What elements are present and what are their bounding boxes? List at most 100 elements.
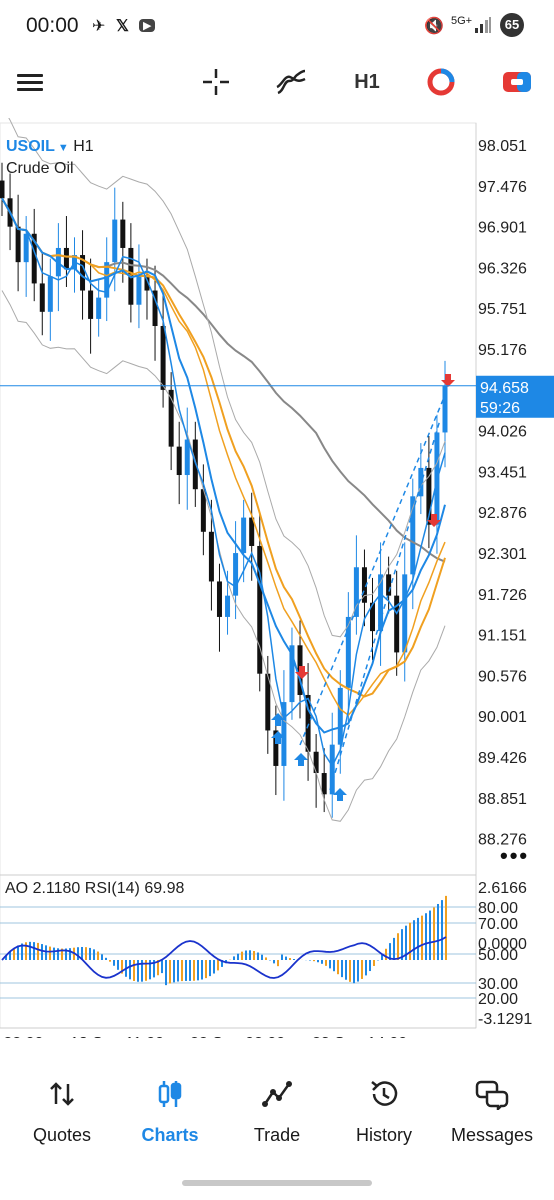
time-axis-label: 23 Sep 14:00 (312, 1035, 407, 1038)
sell-arrow-icon (441, 374, 455, 387)
candle-body (96, 297, 102, 319)
nav-charts[interactable]: Charts (115, 1078, 225, 1146)
indicator-tick-label: -3.1291 (478, 1011, 532, 1028)
blue-ma-fast-line (1, 197, 446, 768)
crosshair-icon[interactable] (200, 64, 232, 100)
price-tick-label: 94.026 (478, 424, 527, 441)
candle-body (313, 751, 319, 774)
candle-body (63, 247, 69, 270)
network-type: 5G+ (451, 15, 473, 27)
candle-body (0, 180, 5, 199)
bollinger-lower-line (1, 290, 446, 822)
bottom-nav: Quotes Charts Trade History Messages (0, 1068, 554, 1168)
blue-ma-slow-line (1, 197, 446, 734)
chart-type-icon[interactable] (424, 64, 458, 100)
indicator-tick-label: 20.00 (478, 991, 518, 1008)
trendline-dashed (329, 419, 441, 791)
candle-body (176, 446, 182, 476)
time-axis-label: 18 Sep 11:00 (70, 1035, 164, 1038)
battery-icon: 65 (500, 13, 524, 37)
candle-body (120, 219, 126, 248)
time-axis-label: 22 Sep 02:00 (190, 1035, 285, 1038)
candle-body (225, 595, 231, 617)
menu-icon[interactable] (14, 64, 46, 100)
indicator-tick-label: 80.00 (478, 900, 518, 917)
mute-icon: 🔇 (424, 18, 444, 35)
candle-body (15, 226, 21, 263)
signal-icon (475, 17, 491, 33)
symbol-label[interactable]: USOIL ▼ H1 (6, 138, 94, 156)
home-indicator (182, 1180, 372, 1186)
candle-body (112, 219, 118, 263)
price-tick-label: 96.901 (478, 220, 527, 237)
price-chart[interactable]: 98.051 97.476 96.901 96.326 95.751 95.176 94.0… (0, 118, 554, 1038)
nav-quotes[interactable]: Quotes (7, 1078, 117, 1146)
buy-arrow-icon (294, 753, 308, 766)
history-icon (371, 1081, 398, 1106)
symbol-timeframe: H1 (73, 138, 94, 155)
price-tick-label: 90.001 (478, 709, 527, 726)
symbol-name: USOIL (6, 138, 55, 155)
trade-icon (262, 1081, 292, 1107)
charts-icon (158, 1081, 182, 1107)
nav-trade[interactable]: Trade (222, 1078, 332, 1146)
candle-body (136, 276, 142, 305)
nav-messages[interactable]: Messages (437, 1078, 547, 1146)
x-icon: 𝕏 (116, 18, 129, 35)
timeframe-button[interactable]: H1 (350, 64, 384, 100)
candle-body (208, 531, 214, 582)
quotes-icon (50, 1082, 74, 1106)
countdown-label: 59:26 (480, 400, 520, 417)
nav-history[interactable]: History (329, 1078, 439, 1146)
nav-history-label: History (355, 1125, 412, 1145)
price-tick-label: 95.751 (478, 301, 527, 318)
nav-charts-label: Charts (141, 1125, 199, 1145)
status-time: 00:00 (26, 14, 79, 37)
current-price-label: 94.658 (480, 380, 529, 397)
symbol-dropdown-icon[interactable]: ▼ (58, 142, 69, 154)
candle-body (39, 283, 45, 312)
price-tick-label: 91.726 (478, 587, 527, 604)
price-tick-label: 92.876 (478, 505, 527, 522)
buy-arrow-icon (333, 788, 347, 801)
candle-body (160, 326, 166, 390)
candle-body (23, 233, 29, 263)
link-icon: ✈ (92, 18, 106, 35)
candle-body (88, 290, 94, 319)
candle-body (442, 385, 448, 433)
nav-quotes-label: Quotes (32, 1125, 92, 1145)
chart-toolbar: H1 (0, 56, 554, 110)
trade-toggle-icon[interactable] (500, 64, 534, 100)
rsi-line (1, 936, 447, 979)
time-axis-label: 9 22:00 (0, 1035, 43, 1038)
price-tick-label: 97.476 (478, 179, 527, 196)
price-tick-label: 92.301 (478, 546, 527, 563)
candle-body (47, 276, 53, 312)
more-options-icon[interactable]: ••• (500, 843, 529, 869)
indicator-tick-label: 2.6166 (478, 880, 527, 897)
price-tick-label: 93.451 (478, 464, 527, 481)
bollinger-upper-line (8, 118, 446, 638)
indicator-label: AO 2.1180 RSI(14) 69.98 (5, 880, 185, 897)
nav-messages-label: Messages (450, 1125, 534, 1145)
price-tick-label: 95.176 (478, 342, 527, 359)
indicator-tick-label: 70.00 (478, 916, 518, 933)
price-tick-label: 90.576 (478, 668, 527, 685)
candle-body (386, 574, 392, 596)
messages-icon (475, 1080, 509, 1113)
candle-body (321, 773, 327, 795)
indicator-tick-label: 50.00 (478, 947, 518, 964)
candle-body (241, 517, 247, 554)
youtube-icon: ▶ (139, 19, 156, 32)
price-tick-label: 89.426 (478, 750, 527, 767)
candle-body (233, 553, 239, 596)
candle-body (216, 581, 222, 617)
candle-body (337, 687, 343, 745)
price-tick-label: 91.151 (478, 628, 527, 645)
symbol-description: Crude Oil (6, 160, 74, 177)
nav-trade-label: Trade (253, 1125, 301, 1145)
indicators-icon[interactable] (274, 64, 308, 100)
price-tick-label: 88.851 (478, 791, 527, 808)
price-tick-label: 96.326 (478, 260, 527, 277)
status-bar: 00:00 ✈ 𝕏 ▶ 🔇 5G+ 65 (0, 0, 554, 56)
